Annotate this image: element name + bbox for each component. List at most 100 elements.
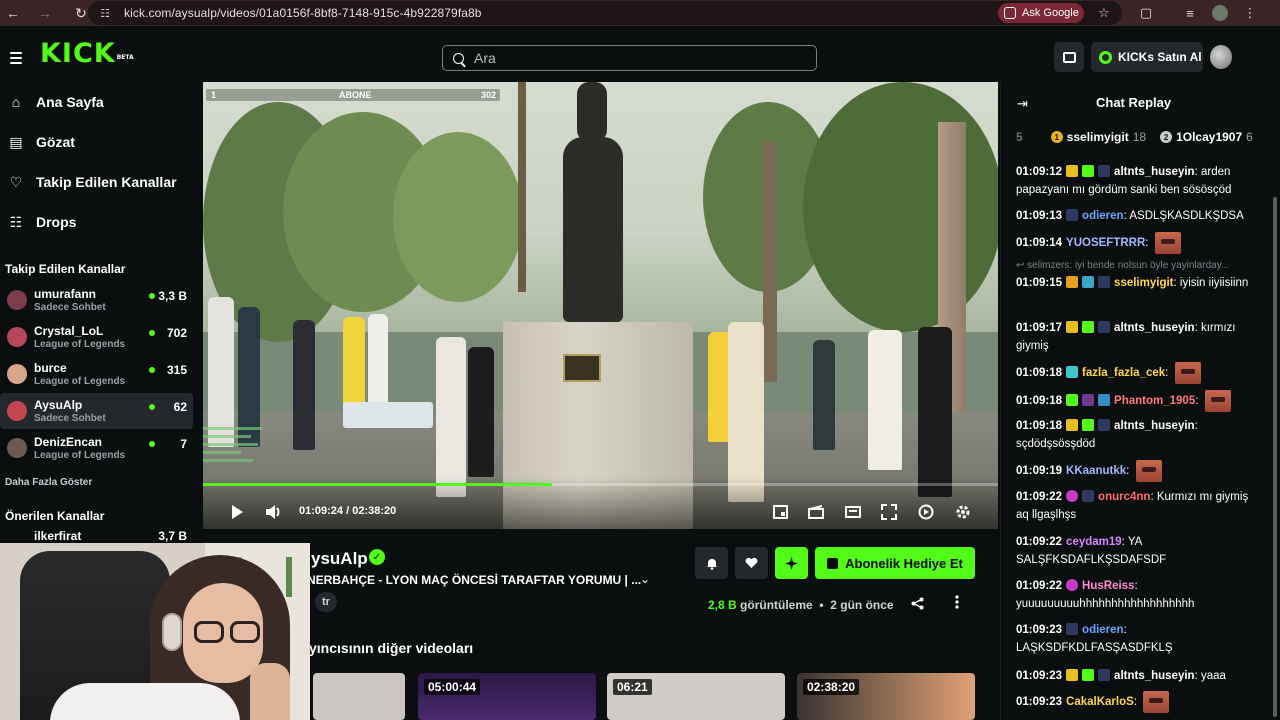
theater-mode-button[interactable]: [845, 503, 861, 521]
chat-message: 01:09:23 odieren: LAŞKSDFKDLFASŞASDFKLŞ: [1016, 623, 1173, 654]
playback-speed-button[interactable]: [918, 503, 934, 521]
rank-2-badge-icon: 2: [1160, 131, 1173, 143]
bookmark-star-icon[interactable]: ☆: [1094, 0, 1114, 26]
followed-channel-umurafann[interactable]: umurafann Sadece Sohbet 3,3 B: [0, 282, 193, 318]
avatar: [7, 438, 27, 458]
address-bar[interactable]: ☷ kick.com/aysualp/videos/01a0156f-8bf8-…: [88, 1, 1122, 25]
user-avatar[interactable]: [1210, 45, 1232, 69]
chair-logo: [100, 549, 150, 561]
chat-message: 01:09:22 HusReiss: yuuuuuuuuuhhhhhhhhhhhh…: [1016, 579, 1195, 610]
webcam-overlay: [0, 543, 310, 720]
follow-heart-button[interactable]: [735, 547, 768, 579]
channel-name[interactable]: ysuAlp: [311, 549, 368, 569]
video-thumbnail[interactable]: 02:38:20: [797, 673, 975, 720]
sub-goal-bar: 1 ABONE 302: [206, 89, 500, 101]
chat-message: 01:09:22 onurc4nn: Kurmızı mı giymiş aq l…: [1016, 490, 1249, 521]
fullscreen-button[interactable]: [881, 503, 897, 521]
recommended-channel-ilkerfirat[interactable]: ilkerfirat 3,7 B: [0, 527, 193, 543]
heart-icon: ♡: [9, 173, 23, 190]
video-player[interactable]: 1 ABONE 302 01:09:24 / 02:38:20: [203, 82, 998, 529]
language-tag[interactable]: tr: [315, 592, 337, 612]
rank-1-badge-icon: 1: [1050, 131, 1063, 143]
video-thumbnail[interactable]: 05:00:44: [418, 673, 596, 720]
collapse-chat-icon[interactable]: ⇥: [1017, 96, 1030, 111]
statue-figure: [577, 82, 607, 142]
menu-icon[interactable]: [10, 52, 22, 67]
avatar: [7, 290, 27, 310]
back-icon[interactable]: ←: [0, 0, 26, 26]
followed-channel-denizencan[interactable]: DenizEncan League of Legends 7: [0, 430, 193, 466]
chevron-down-icon[interactable]: ⌄: [640, 572, 650, 586]
ask-google-button[interactable]: Ask Google: [998, 3, 1084, 23]
screen: { "browser": { "url": "kick.com/aysualp/…: [0, 0, 1280, 720]
url-text: kick.com/aysualp/videos/01a0156f-8bf8-71…: [124, 6, 482, 20]
nav-browse[interactable]: ▤ Gözat: [0, 124, 196, 160]
chat-scrollbar[interactable]: [1273, 197, 1277, 717]
notification-bell-button[interactable]: [695, 547, 728, 579]
gift-subscription-button[interactable]: Abonelik Hediye Et: [815, 547, 975, 579]
chat-message: 01:09:23 altnts_huseyin: yaaa: [1016, 669, 1226, 682]
chat-replay-panel: ⇥ Chat Replay 5 1 sselimyigit 18 2 1Olcay…: [1000, 82, 1280, 720]
nav-following[interactable]: ♡ Takip Edilen Kanallar: [0, 164, 196, 200]
time-display: 01:09:24 / 02:38:20: [299, 505, 397, 517]
video-thumbnail[interactable]: 06:21: [607, 673, 785, 720]
kicks-coin-icon: [1099, 50, 1112, 64]
home-icon: ⌂: [11, 94, 21, 110]
chat-message: 01:09:15 sselimyigit: iyisin iiyiisiinn: [1016, 276, 1249, 289]
live-dot: [149, 441, 155, 447]
volume-button[interactable]: [265, 503, 283, 521]
chat-message: 01:09:18 Phantom_1905:: [1016, 390, 1264, 412]
emote-icon: [1143, 691, 1170, 713]
followed-channel-burce[interactable]: burce League of Legends 315: [0, 356, 193, 392]
settings-gear-icon[interactable]: [955, 503, 971, 521]
share-icon[interactable]: [911, 597, 925, 611]
followed-channel-aysualp[interactable]: AysuAlp Sadece Sohbet 62: [0, 393, 193, 429]
verified-badge-icon: ✓: [369, 549, 385, 565]
more-options-icon[interactable]: [955, 595, 963, 613]
layout-icon: [1062, 51, 1076, 63]
headset: [162, 613, 182, 651]
site-info-icon[interactable]: ☷: [96, 4, 114, 22]
search-icon: [453, 52, 464, 64]
other-videos-title: yıncısının diğer videoları: [309, 640, 474, 656]
subscribe-sparkle-button[interactable]: [775, 547, 808, 579]
chat-message: 01:09:18 altnts_huseyin: sçdödşsösşdöd: [1016, 419, 1198, 450]
video-title: NERBAHÇE - LYON MAÇ ÖNCESİ TARAFTAR YORU…: [307, 573, 642, 587]
play-button[interactable]: [229, 503, 245, 521]
chat-message: 01:09:13 odieren: ASDLŞKASDLKŞDSA: [1016, 209, 1244, 222]
emote-icon: [1135, 460, 1162, 482]
live-dot: [149, 293, 155, 299]
chat-message: 01:09:22 ceydam19: YA SALŞFKSDAFLKŞSDAFSD…: [1016, 536, 1167, 566]
lens-icon: [1004, 7, 1016, 19]
search-input[interactable]: [474, 50, 774, 66]
profile-icon[interactable]: [1210, 0, 1230, 26]
nav-home[interactable]: ⌂ Ana Sayfa: [0, 84, 196, 120]
miniplayer-button[interactable]: [772, 503, 788, 521]
video-thumbnail[interactable]: [313, 673, 405, 720]
extensions-icon[interactable]: ▢: [1136, 0, 1156, 26]
live-dot: [149, 404, 155, 410]
recommended-channels-title: Önerilen Kanallar: [5, 509, 105, 523]
chat-leaderboard: 5 1 sselimyigit 18 2 1Olcay1907 6: [1016, 130, 1253, 144]
statue-plaque: [563, 354, 601, 382]
gift-icon: [827, 557, 839, 569]
site-header: KICKBETA KICKs Satın Al: [0, 26, 1280, 82]
followed-channel-crystal-lol[interactable]: Crystal_LoL League of Legends 702: [0, 319, 193, 355]
show-more-link[interactable]: Daha Fazla Göster: [5, 477, 92, 488]
kick-logo[interactable]: KICKBETA: [40, 40, 134, 68]
reading-list-icon[interactable]: ≡: [1180, 0, 1200, 26]
live-dot: [149, 330, 155, 336]
kicks-buy-button[interactable]: KICKs Satın Al: [1091, 42, 1203, 72]
forward-icon[interactable]: →: [32, 0, 58, 26]
browser-menu-icon[interactable]: ⋮: [1240, 0, 1260, 26]
live-dot: [149, 367, 155, 373]
seek-bar[interactable]: [203, 483, 998, 486]
clip-button[interactable]: [808, 503, 824, 521]
view-stats: 2,8 B görüntüleme • 2 gün önce: [708, 598, 894, 612]
nav-drops[interactable]: ☷ Drops: [0, 204, 196, 240]
search-box[interactable]: [442, 45, 817, 71]
layout-toggle-button[interactable]: [1054, 42, 1084, 72]
avatar: [7, 327, 27, 347]
chat-message: 01:09:17 altnts_huseyin: kırmızı giymiş: [1016, 321, 1236, 352]
chat-message: 01:09:14 YUOSEFTRRR:: [1016, 232, 1264, 254]
